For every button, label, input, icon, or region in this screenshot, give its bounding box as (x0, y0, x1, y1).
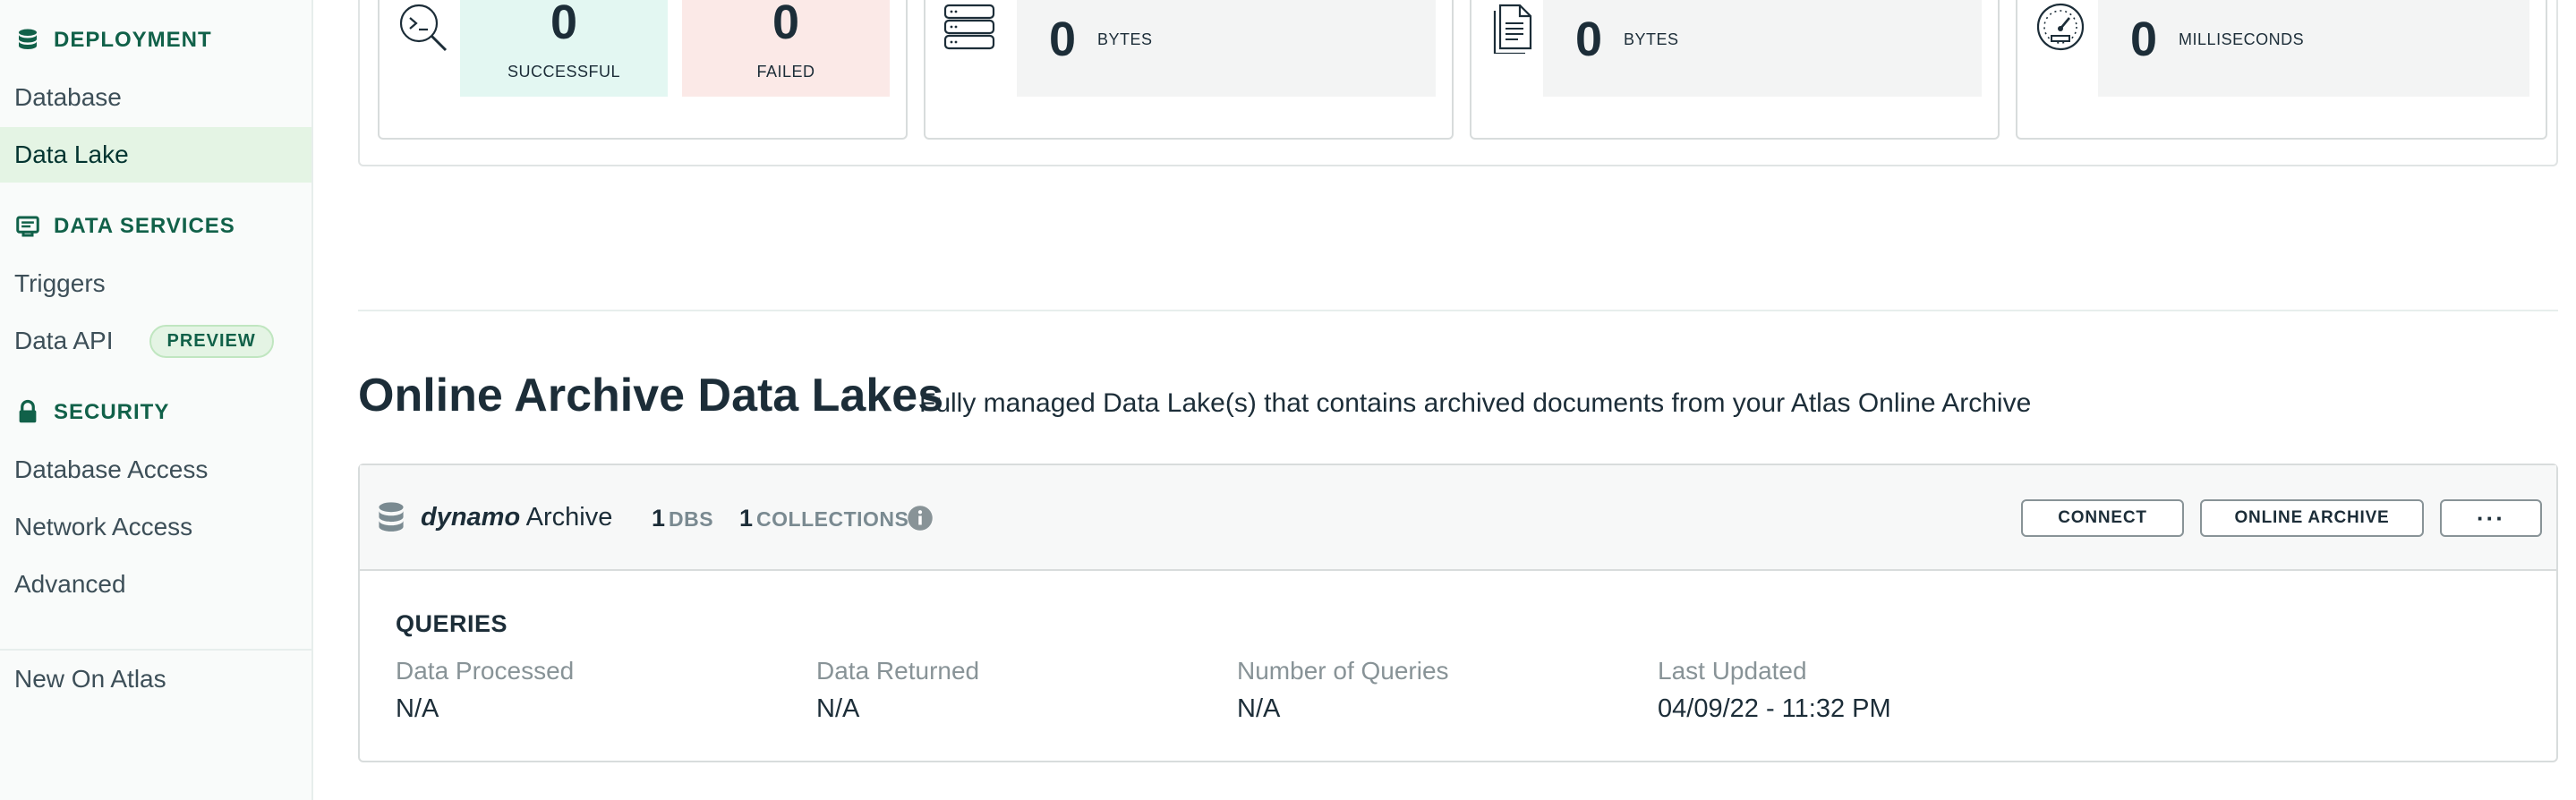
number-of-queries-label: Number of Queries (1237, 657, 1449, 685)
server-stack-icon (943, 4, 995, 50)
query-search-icon (399, 4, 448, 52)
sidebar-item-label: Triggers (14, 269, 106, 297)
sidebar-item-data-lake[interactable]: Data Lake (0, 127, 311, 183)
dbs-count-value: 1 (652, 505, 666, 532)
execution-time-unit: MILLISECONDS (2179, 30, 2305, 48)
section-divider (358, 310, 2558, 311)
sidebar-item-database[interactable]: Database (0, 70, 311, 125)
section-title: Online Archive Data Lakes (358, 370, 944, 421)
data-processed-value: 0 (1049, 13, 1077, 66)
deployment-label: DEPLOYMENT (54, 28, 212, 52)
sidebar-item-label: New On Atlas (14, 665, 166, 693)
sidebar-item-data-api[interactable]: Data API PREVIEW (0, 313, 311, 369)
number-of-queries-value: N/A (1237, 694, 1281, 723)
data-returned-metric-card: 0 BYTES (1470, 0, 2000, 140)
data-processed-unit: BYTES (1097, 30, 1153, 48)
sidebar-item-label: Database Access (14, 455, 209, 483)
data-returned-stat: 0 BYTES (1543, 0, 1982, 97)
data-returned-value: 0 (1575, 13, 1603, 66)
sidebar-item-database-access[interactable]: Database Access (0, 442, 311, 498)
sidebar-item-triggers[interactable]: Triggers (0, 256, 311, 311)
data-services-label: DATA SERVICES (54, 214, 235, 238)
database-icon (379, 502, 404, 532)
preview-badge: PREVIEW (149, 324, 274, 358)
security-label: SECURITY (54, 400, 170, 424)
failed-label: FAILED (756, 62, 815, 81)
data-lake-name[interactable]: dynamo Archive (421, 503, 612, 532)
more-options-button[interactable]: ··· (2440, 499, 2542, 537)
sidebar: DEPLOYMENT Database Data Lake DATA SERVI… (0, 0, 313, 800)
queries-metric-card: 0 SUCCESSFUL 0 FAILED (378, 0, 908, 140)
data-processed-value: N/A (396, 694, 439, 723)
connect-button[interactable]: CONNECT (2021, 499, 2184, 537)
failed-stat: 0 FAILED (682, 0, 890, 97)
data-processed-metric-card: 0 BYTES (924, 0, 1454, 140)
sidebar-item-label: Advanced (14, 570, 126, 598)
lock-icon (19, 399, 37, 423)
sidebar-item-label: Database (14, 83, 122, 111)
execution-time-metric-card: 0 MILLISECONDS (2016, 0, 2547, 140)
data-services-icon (16, 216, 39, 237)
successful-label: SUCCESSFUL (507, 62, 621, 81)
security-section-header: SECURITY (14, 399, 169, 426)
data-lake-card: dynamo Archive 1 DBS 1 COLLECTIONS CONNECT… (358, 464, 2558, 762)
data-processed-label: Data Processed (396, 657, 575, 685)
sidebar-item-network-access[interactable]: Network Access (0, 499, 311, 555)
successful-stat: 0 SUCCESSFUL (460, 0, 668, 97)
last-updated-label: Last Updated (1658, 657, 1807, 685)
speedometer-icon (2036, 3, 2085, 51)
collections-count-value: 1 (739, 505, 754, 532)
collections-count-label: COLLECTIONS (756, 507, 909, 531)
dbs-count: 1 DBS (652, 505, 713, 532)
dbs-count-label: DBS (669, 507, 714, 531)
data-processed-stat: 0 BYTES (1017, 0, 1436, 97)
data-returned-unit: BYTES (1624, 30, 1679, 48)
execution-time-stat: 0 MILLISECONDS (2098, 0, 2529, 97)
successful-count: 0 (550, 0, 578, 49)
data-lake-card-header: dynamo Archive 1 DBS 1 COLLECTIONS CONNECT… (360, 465, 2556, 571)
sidebar-item-new-on-atlas[interactable]: New On Atlas (0, 651, 311, 707)
last-updated-value: 04/09/22 - 11:32 PM (1658, 694, 1891, 723)
online-archive-button[interactable]: ONLINE ARCHIVE (2200, 499, 2424, 537)
data-lake-name-italic: dynamo (421, 503, 521, 532)
data-services-section-header: DATA SERVICES (14, 213, 235, 240)
deployment-section-header: DEPLOYMENT (14, 27, 212, 54)
sidebar-item-label: Network Access (14, 513, 193, 540)
section-subtitle: Fully managed Data Lake(s) that contains… (919, 388, 2032, 418)
sidebar-item-label: Data API (14, 327, 114, 354)
execution-time-value: 0 (2130, 13, 2158, 66)
failed-count: 0 (772, 0, 800, 49)
queries-title: QUERIES (396, 610, 508, 637)
data-lake-name-rest: Archive (525, 503, 613, 532)
metrics-panel: 0 SUCCESSFUL 0 FAILED 0 BYTES 0 BYTES 0 … (358, 0, 2558, 166)
data-returned-value: N/A (816, 694, 860, 723)
document-icon (1493, 4, 1532, 54)
database-icon (19, 29, 37, 49)
sidebar-item-advanced[interactable]: Advanced (0, 557, 311, 612)
data-returned-label: Data Returned (816, 657, 980, 685)
sidebar-item-label: Data Lake (14, 140, 129, 168)
collections-count: 1 COLLECTIONS (739, 505, 908, 532)
info-icon[interactable] (907, 505, 934, 532)
sidebar-divider (0, 649, 311, 651)
